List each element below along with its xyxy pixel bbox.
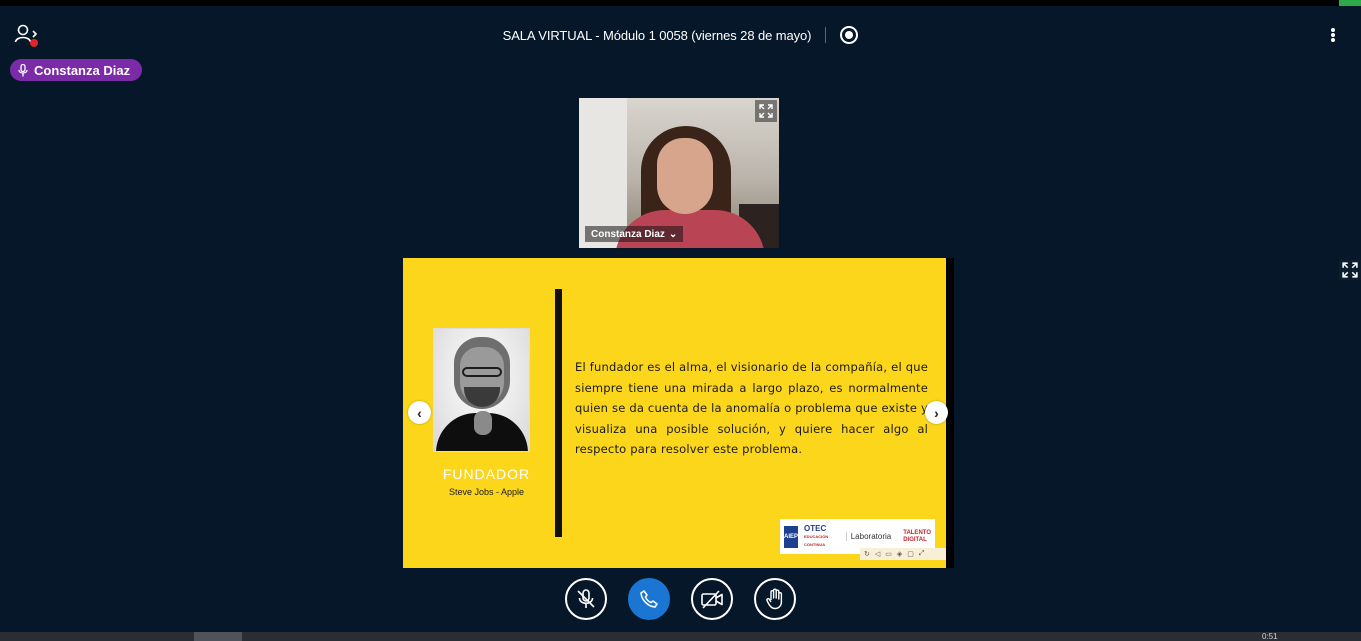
screen-icon[interactable]: ▢ <box>907 550 914 558</box>
otec-sub-label: EDUCACIÓN CONTINUA <box>804 533 829 547</box>
audio-phone-button[interactable] <box>628 578 670 620</box>
scrollbar-thumb[interactable] <box>194 632 242 641</box>
meeting-title: SALA VIRTUAL - Módulo 1 0058 (viernes 28… <box>502 27 812 43</box>
portrait-glasses <box>462 367 502 377</box>
webcam-person-face <box>657 138 713 214</box>
audio-icon[interactable]: ◈ <box>897 550 902 558</box>
expand-icon <box>759 104 773 118</box>
chevron-down-icon: ⌄ <box>668 228 678 240</box>
slide-quote-text: El fundador es el alma, el visionario de… <box>575 360 928 456</box>
otec-logo: OTEC EDUCACIÓN CONTINUA <box>804 523 840 549</box>
camera-toggle-button[interactable] <box>691 578 733 620</box>
raise-hand-icon <box>766 588 783 610</box>
kebab-dot <box>1331 33 1335 37</box>
refresh-icon[interactable]: ↻ <box>864 550 870 558</box>
media-controls <box>0 578 1361 622</box>
otec-label: OTEC <box>804 523 827 533</box>
slide-role-subtitle: Steve Jobs - Apple <box>448 487 525 497</box>
window-icon[interactable]: ▭ <box>885 550 892 558</box>
bottom-scrollbar[interactable]: 0:51 <box>0 632 1361 641</box>
mute-button[interactable] <box>565 578 607 620</box>
talking-indicator[interactable]: Constanza Diaz <box>10 59 143 81</box>
presentation-slide: FUNDADOR Steve Jobs - Apple El fundador … <box>403 258 946 568</box>
record-icon <box>845 31 854 39</box>
previous-slide-button[interactable]: ‹ <box>408 401 431 424</box>
talento-digital-logo: TALENTO DIGITAL <box>903 530 931 544</box>
founder-portrait <box>433 328 530 452</box>
top-strip <box>0 0 1361 6</box>
presentation-fullscreen-button[interactable] <box>1339 260 1361 280</box>
expand-icon[interactable]: ⤢ <box>919 550 925 558</box>
record-button[interactable] <box>840 26 859 44</box>
chevron-left-icon: ‹ <box>417 404 422 421</box>
webcam-video[interactable]: Constanza Diaz ⌄ <box>579 98 779 248</box>
options-menu-button[interactable] <box>1324 25 1342 45</box>
next-slide-button[interactable]: › <box>925 401 948 424</box>
header: SALA VIRTUAL - Módulo 1 0058 (viernes 28… <box>0 24 1361 46</box>
camera-off-icon <box>701 590 723 609</box>
digital-label: DIGITAL <box>903 536 927 543</box>
webcam-fullscreen-button[interactable] <box>755 100 777 122</box>
aiep-logo: AIEP <box>784 525 799 548</box>
title-divider <box>825 27 827 43</box>
slide-mini-toolbar[interactable]: ↻ ◁ ▭ ◈ ▢ ⤢ <box>860 548 946 560</box>
kebab-icon <box>1331 28 1335 32</box>
webcam-name-dropdown[interactable]: Constanza Diaz ⌄ <box>585 226 684 242</box>
volume-icon[interactable]: ◁ <box>875 550 880 558</box>
expand-icon <box>1342 262 1358 278</box>
laboratoria-logo: Laboratoria <box>845 532 891 541</box>
talker-name: Constanza Diaz <box>34 62 131 78</box>
kebab-dot <box>1331 38 1335 42</box>
webcam-user-name: Constanza Diaz <box>591 228 665 240</box>
top-strip-accent <box>1339 0 1361 6</box>
slide-role-title: FUNDADOR <box>442 466 531 482</box>
taskbar-clock: 0:51 <box>1262 632 1278 641</box>
microphone-muted-icon <box>577 589 595 608</box>
slide-divider <box>555 289 562 537</box>
chevron-right-icon: › <box>934 404 939 421</box>
microphone-icon <box>18 63 28 76</box>
talento-label: TALENTO <box>903 529 931 536</box>
portrait-hand <box>474 411 492 435</box>
raise-hand-button[interactable] <box>754 578 796 620</box>
phone-icon <box>640 590 658 608</box>
